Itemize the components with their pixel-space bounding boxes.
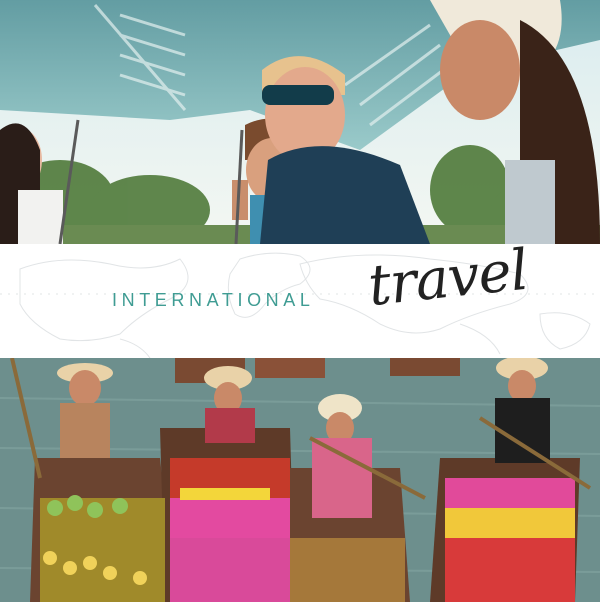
title-banner: INTERNATIONAL travel <box>0 244 600 358</box>
top-photo-boat-friends <box>0 0 600 244</box>
bottom-photo-floating-market <box>0 358 600 602</box>
boat-scene <box>0 0 600 244</box>
market-scene <box>0 358 600 602</box>
international-heading: INTERNATIONAL <box>112 290 315 310</box>
travel-script-heading: travel <box>365 244 531 319</box>
